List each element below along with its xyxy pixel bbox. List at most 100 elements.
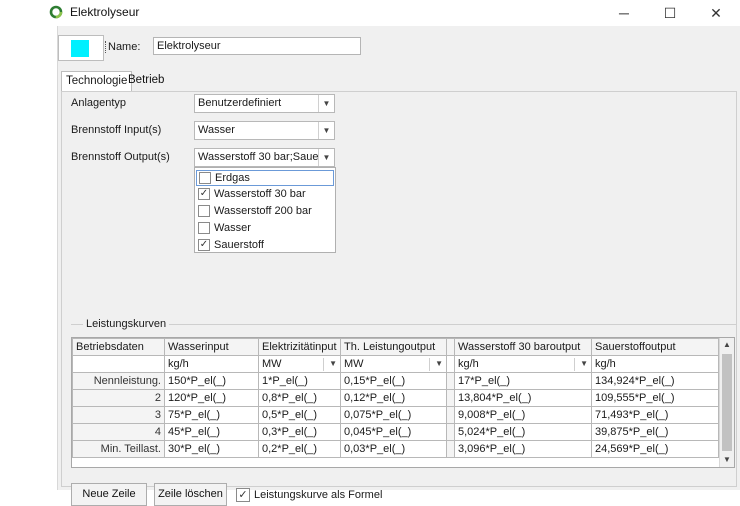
table-cell[interactable]: 0,15*P_el(_)	[340, 372, 447, 390]
column-separator	[446, 338, 455, 356]
table-row: Min. Teillast. 30*P_el(_) 0,2*P_el(_) 0,…	[72, 440, 719, 458]
name-input[interactable]: Elektrolyseur	[153, 37, 361, 55]
brennstoff-input-select[interactable]: Wasser ▼	[194, 121, 335, 140]
table-cell[interactable]: 13,804*P_el(_)	[454, 389, 592, 407]
color-picker-button[interactable]	[58, 35, 104, 61]
table-cell[interactable]: 71,493*P_el(_)	[591, 406, 719, 424]
column-separator	[446, 372, 455, 390]
formula-checkbox-label: Leistungskurve als Formel	[254, 489, 383, 501]
column-header[interactable]: Th. Leistungoutput	[340, 338, 447, 356]
column-header[interactable]: Sauerstoffoutput	[591, 338, 719, 356]
table-cell[interactable]: 24,569*P_el(_)	[591, 440, 719, 458]
close-button[interactable]: ✕	[698, 2, 734, 24]
table-row: Nennleistung. 150*P_el(_) 1*P_el(_) 0,15…	[72, 372, 719, 390]
table-cell[interactable]: 17*P_el(_)	[454, 372, 592, 390]
title-bar: Elektrolyseur ─ ☐ ✕	[0, 0, 740, 26]
chevron-down-icon[interactable]: ▼	[318, 95, 334, 112]
brennstoff-input-label: Brennstoff Input(s)	[71, 124, 162, 136]
leistungskurven-title: Leistungskurven	[83, 318, 170, 330]
row-label: 4	[72, 423, 165, 441]
column-header[interactable]: Wasserstoff 30 baroutput	[454, 338, 592, 356]
column-separator	[446, 440, 455, 458]
table-cell[interactable]: 45*P_el(_)	[164, 423, 259, 441]
column-separator	[446, 423, 455, 441]
unit-select[interactable]: kg/h ▼	[454, 355, 592, 373]
column-separator	[446, 355, 455, 373]
table-cell[interactable]: 0,03*P_el(_)	[340, 440, 447, 458]
color-swatch	[71, 40, 89, 57]
table-cell[interactable]: 0,2*P_el(_)	[258, 440, 341, 458]
chevron-down-icon[interactable]: ▼	[329, 359, 337, 368]
window-title: Elektrolyseur	[70, 5, 140, 19]
table-cell[interactable]: 0,12*P_el(_)	[340, 389, 447, 407]
row-label: Nennleistung.	[72, 372, 165, 390]
row-label: 3	[72, 406, 165, 424]
scroll-up-icon[interactable]: ▲	[720, 338, 734, 352]
chevron-down-icon[interactable]: ▼	[580, 359, 588, 368]
brennstoff-output-select[interactable]: Wasserstoff 30 bar;Sauerstoff ▼	[194, 148, 335, 167]
chevron-down-icon[interactable]: ▼	[318, 122, 334, 139]
column-separator	[446, 389, 455, 407]
column-separator	[446, 406, 455, 424]
leistungskurven-grid[interactable]: Betriebsdaten Wasserinput Elektrizitätin…	[71, 337, 735, 468]
table-cell[interactable]: 134,924*P_el(_)	[591, 372, 719, 390]
column-header[interactable]: Elektrizitätinput	[258, 338, 341, 356]
row-label: 2	[72, 389, 165, 407]
table-cell[interactable]: 109,555*P_el(_)	[591, 389, 719, 407]
app-logo-icon	[49, 5, 63, 19]
table-cell[interactable]: 0,075*P_el(_)	[340, 406, 447, 424]
column-header[interactable]: Wasserinput	[164, 338, 259, 356]
table-row: 2 120*P_el(_) 0,8*P_el(_) 0,12*P_el(_) 1…	[72, 389, 719, 407]
unit-cell[interactable]: kg/h	[591, 355, 719, 373]
scrollbar-thumb[interactable]	[722, 354, 732, 451]
table-cell[interactable]: 30*P_el(_)	[164, 440, 259, 458]
anlagentyp-label: Anlagentyp	[71, 97, 127, 109]
checkbox-wasserstoff-200[interactable]	[198, 205, 210, 217]
unit-select[interactable]: MW ▼	[340, 355, 447, 373]
unit-cell[interactable]: kg/h	[164, 355, 259, 373]
checkbox-wasser[interactable]	[198, 222, 210, 234]
table-cell[interactable]: 75*P_el(_)	[164, 406, 259, 424]
column-header[interactable]: Betriebsdaten	[72, 338, 165, 356]
chevron-down-icon[interactable]: ▼	[435, 359, 443, 368]
table-cell[interactable]: 9,008*P_el(_)	[454, 406, 592, 424]
minimize-button[interactable]: ─	[606, 2, 642, 24]
table-row: 3 75*P_el(_) 0,5*P_el(_) 0,075*P_el(_) 9…	[72, 406, 719, 424]
tab-technologie[interactable]: Technologie	[61, 71, 133, 92]
table-cell[interactable]: 0,8*P_el(_)	[258, 389, 341, 407]
chevron-down-icon[interactable]: ▼	[318, 149, 334, 166]
table-header-row: Betriebsdaten Wasserinput Elektrizitätin…	[72, 338, 719, 356]
table-cell[interactable]: 120*P_el(_)	[164, 389, 259, 407]
table-cell[interactable]: 1*P_el(_)	[258, 372, 341, 390]
row-label: Min. Teillast.	[72, 440, 165, 458]
name-label: Name:	[104, 41, 141, 53]
table-cell[interactable]: 150*P_el(_)	[164, 372, 259, 390]
table-cell[interactable]: 39,875*P_el(_)	[591, 423, 719, 441]
table-cell[interactable]: 3,096*P_el(_)	[454, 440, 592, 458]
checkbox-wasserstoff-30[interactable]: ✓	[198, 188, 210, 200]
anlagentyp-select[interactable]: Benutzerdefiniert ▼	[194, 94, 335, 113]
table-cell[interactable]: 0,045*P_el(_)	[340, 423, 447, 441]
new-row-button[interactable]: Neue Zeile	[71, 483, 147, 506]
table-cell[interactable]: 0,5*P_el(_)	[258, 406, 341, 424]
dropdown-item-erdgas[interactable]: Erdgas	[196, 170, 334, 186]
checkbox-sauerstoff[interactable]: ✓	[198, 239, 210, 251]
delete-row-button[interactable]: Zeile löschen	[154, 483, 227, 506]
unit-select[interactable]: MW ▼	[258, 355, 341, 373]
table-cell[interactable]: 0,3*P_el(_)	[258, 423, 341, 441]
table-unit-row: kg/h MW ▼ MW ▼ kg/h ▼ kg/h	[72, 355, 719, 373]
vertical-scrollbar[interactable]: ▲ ▼	[719, 338, 734, 467]
maximize-button[interactable]: ☐	[652, 2, 688, 24]
table-row: 4 45*P_el(_) 0,3*P_el(_) 0,045*P_el(_) 5…	[72, 423, 719, 441]
tab-panel-technologie: Anlagentyp Benutzerdefiniert ▼ Brennstof…	[61, 91, 737, 506]
group-divider	[71, 324, 736, 325]
brennstoff-output-dropdown: Erdgas ✓ Wasserstoff 30 bar Wasserstoff …	[194, 167, 336, 253]
brennstoff-output-label: Brennstoff Output(s)	[71, 151, 170, 163]
table-cell[interactable]: 5,024*P_el(_)	[454, 423, 592, 441]
checkbox-erdgas[interactable]	[199, 172, 211, 184]
formula-checkbox[interactable]: ✓	[236, 488, 250, 502]
scroll-down-icon[interactable]: ▼	[720, 453, 734, 467]
leistungskurven-table: Betriebsdaten Wasserinput Elektrizitätin…	[72, 338, 719, 458]
dialog-body: Name: Elektrolyseur Technologie Betrieb …	[57, 26, 740, 506]
tab-betrieb[interactable]: Betrieb	[124, 71, 168, 91]
